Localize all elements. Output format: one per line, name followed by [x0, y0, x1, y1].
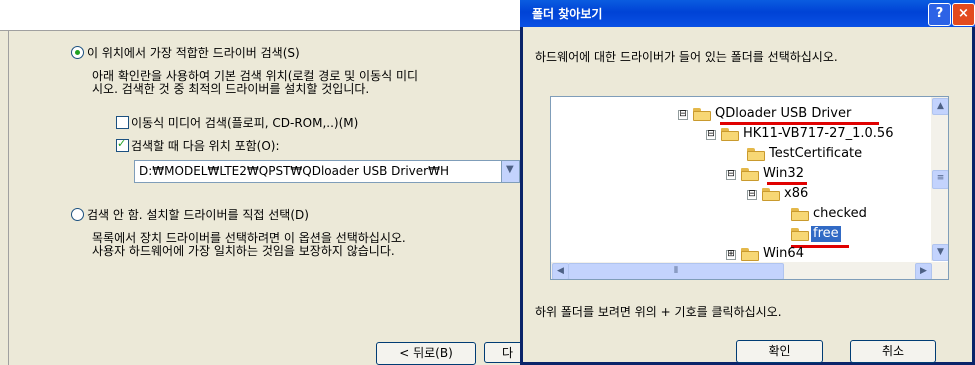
include-location-checkbox[interactable] [116, 137, 129, 152]
driver-update-wizard: 이 위치에서 가장 적합한 드라이버 검색(S) 아래 확인란을 사용하여 기본… [0, 0, 524, 365]
scroll-left-icon[interactable]: ◀ [552, 263, 569, 279]
tree-node-label[interactable]: HK11-VB717-27_1.0.56 [743, 126, 893, 142]
scroll-thumb[interactable]: ≡ [932, 170, 948, 189]
path-dropdown-button[interactable]: ▼ [501, 161, 519, 182]
search-location-radio[interactable] [71, 46, 84, 59]
red-underline-annotation [720, 122, 879, 125]
include-location-label[interactable]: 검색할 때 다음 위치 포함(O): [131, 137, 280, 154]
folder-icon [721, 128, 739, 141]
close-button[interactable]: × [952, 3, 975, 26]
collapse-icon[interactable]: ⊟ [726, 170, 736, 180]
collapse-icon[interactable]: ⊟ [706, 130, 716, 140]
folder-icon [741, 248, 759, 261]
tree-node-label[interactable]: TestCertificate [769, 146, 862, 162]
dialog-titlebar[interactable]: 폴더 찾아보기 ? × [520, 0, 975, 27]
collapse-icon[interactable]: ⊟ [678, 110, 688, 120]
dialog-title: 폴더 찾아보기 [532, 7, 603, 21]
removable-media-checkbox[interactable] [116, 116, 129, 129]
collapse-icon[interactable]: ⊟ [747, 190, 757, 200]
wizard-header [0, 0, 520, 30]
dialog-instruction: 하드웨어에 대한 드라이버가 들어 있는 폴더를 선택하십시오. [535, 50, 838, 64]
location-path-combobox[interactable]: D:₩MODEL₩LTE2₩QPST₩QDloader USB Driver₩H… [134, 160, 520, 183]
folder-icon [791, 208, 809, 221]
dialog-body: 하드웨어에 대한 드라이버가 들어 있는 폴더를 선택하십시오. ⊟ QDloa… [523, 27, 972, 363]
tree-node-label[interactable]: x86 [784, 186, 808, 202]
tree-node-label-selected[interactable]: free [811, 226, 841, 242]
manual-select-radio[interactable] [71, 208, 84, 221]
scroll-down-icon[interactable]: ▼ [932, 244, 948, 261]
tree-node-label[interactable]: Win64 [763, 246, 804, 262]
search-location-label[interactable]: 이 위치에서 가장 적합한 드라이버 검색(S) [87, 44, 300, 61]
removable-media-label[interactable]: 이동식 미디어 검색(플로피, CD-ROM,..)(M) [131, 114, 358, 131]
manual-select-desc-line1: 목록에서 장치 드라이버를 선택하려면 이 옵션을 선택하십시오. [92, 231, 406, 245]
cancel-button[interactable]: 취소 [850, 340, 936, 363]
folder-icon [747, 148, 765, 161]
scroll-up-icon[interactable]: ▲ [932, 98, 948, 115]
manual-select-label[interactable]: 검색 안 함. 설치할 드라이버를 직접 선택(D) [87, 206, 309, 223]
folder-icon [741, 168, 759, 181]
scroll-right-icon[interactable]: ▶ [915, 263, 932, 279]
tree-node-label[interactable]: Win32 [763, 166, 804, 182]
chevron-down-icon: ▼ [506, 164, 514, 175]
folder-icon [762, 188, 780, 201]
folder-icon [693, 108, 711, 121]
tree-node-label[interactable]: QDloader USB Driver [715, 106, 851, 122]
browse-folder-dialog: 폴더 찾아보기 ? × 하드웨어에 대한 드라이버가 들어 있는 폴더를 선택하… [520, 0, 975, 365]
horizontal-scrollbar[interactable]: ◀ ⦀ ▶ [551, 262, 948, 279]
tree-node-label[interactable]: checked [813, 206, 867, 222]
ok-button[interactable]: 확인 [736, 340, 823, 363]
open-folder-icon [791, 228, 809, 241]
red-underline-annotation [767, 182, 807, 185]
help-button[interactable]: ? [928, 3, 951, 26]
vertical-scrollbar[interactable]: ▲ ≡ ▼ [931, 97, 948, 261]
search-location-desc-line2: 시오. 검색한 것 중 최적의 드라이버를 설치할 것입니다. [92, 82, 370, 96]
location-path-value: D:₩MODEL₩LTE2₩QPST₩QDloader USB Driver₩H [139, 164, 449, 178]
expand-icon[interactable]: ⊞ [726, 250, 736, 260]
manual-select-desc-line2: 사용자 하드웨어에 가장 일치하는 것임을 보장하지 않습니다. [92, 244, 395, 258]
dialog-hint: 하위 폴더를 보려면 위의 + 기호를 클릭하십시오. [535, 305, 782, 319]
folder-tree[interactable]: ⊟ QDloader USB Driver ⊟ HK11-VB717-27_1.… [550, 96, 949, 280]
header-divider [0, 30, 520, 31]
horizontal-scroll-thumb[interactable]: ⦀ [568, 263, 784, 279]
search-location-desc-line1: 아래 확인란을 사용하여 기본 검색 위치(로컬 경로 및 이동식 미디 [92, 69, 419, 83]
back-button[interactable]: < 뒤로(B) [376, 342, 476, 365]
left-divider [8, 31, 9, 365]
next-button[interactable]: 다 [484, 342, 524, 363]
